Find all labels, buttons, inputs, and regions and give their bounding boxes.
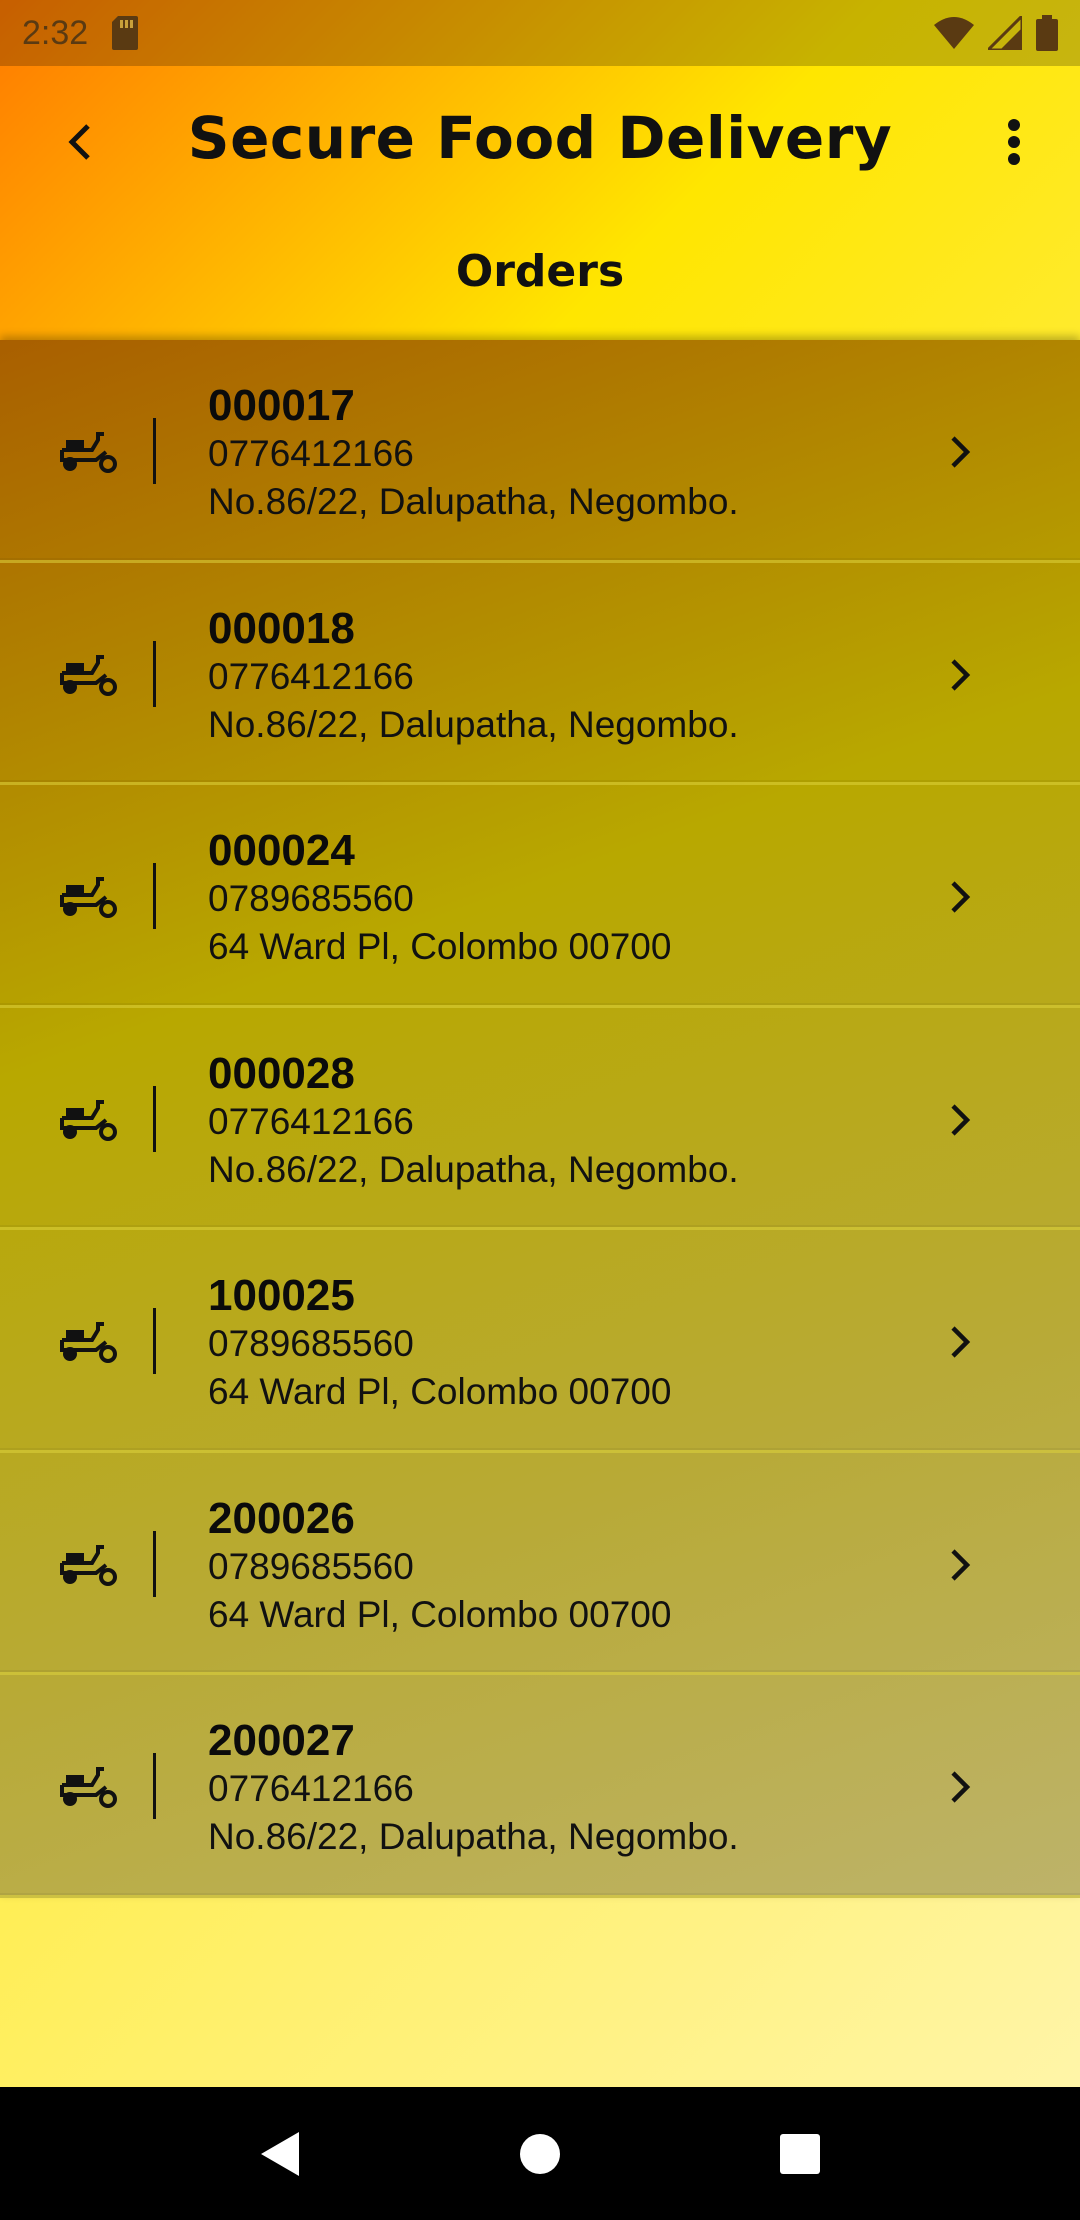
order-address: 64 Ward Pl, Colombo 00700	[208, 1371, 672, 1412]
status-time: 2:32	[22, 13, 89, 52]
order-id: 000028	[208, 1048, 355, 1098]
order-address: No.86/22, Dalupatha, Negombo.	[208, 1816, 739, 1857]
scooter-icon	[60, 432, 117, 473]
row-divider	[153, 1530, 156, 1597]
scooter-icon	[60, 1099, 117, 1141]
chevron-right-icon	[942, 1541, 978, 1589]
order-details: 200026 0789685560 64 Ward Pl, Colombo 00…	[208, 1493, 672, 1639]
row-divider	[153, 640, 156, 707]
order-id: 000024	[208, 826, 355, 875]
more-vertical-icon	[1008, 119, 1020, 165]
chevron-right-icon	[942, 1318, 978, 1366]
order-id: 200026	[208, 1493, 355, 1543]
order-row[interactable]: 200027 0776412166 No.86/22, Dalupatha, N…	[0, 1675, 1080, 1898]
scooter-icon	[60, 1322, 117, 1363]
chevron-right-icon	[942, 428, 978, 476]
status-bar: 2:32	[0, 0, 1080, 66]
order-address: No.86/22, Dalupatha, Negombo.	[208, 1148, 739, 1190]
scooter-icon	[60, 1544, 117, 1586]
order-details: 000028 0776412166 No.86/22, Dalupatha, N…	[208, 1048, 739, 1194]
overflow-menu-button[interactable]	[978, 106, 1050, 178]
order-row[interactable]: 000024 0789685560 64 Ward Pl, Colombo 00…	[0, 785, 1080, 1008]
order-details: 000018 0776412166 No.86/22, Dalupatha, N…	[208, 603, 739, 749]
order-phone: 0776412166	[208, 1100, 414, 1142]
back-triangle-icon	[261, 2131, 299, 2176]
scooter-icon	[60, 877, 117, 918]
row-divider	[153, 1753, 156, 1819]
order-row[interactable]: 100025 0789685560 64 Ward Pl, Colombo 00…	[0, 1230, 1080, 1453]
chevron-right-icon	[942, 1763, 978, 1811]
chevron-right-icon	[942, 873, 978, 921]
nav-home-button[interactable]	[495, 2109, 585, 2199]
chevron-right-icon	[942, 1096, 978, 1144]
app-screen: 2:32 Secure Food Delivery Orders 000017 …	[0, 0, 1080, 2087]
order-address: 64 Ward Pl, Colombo 00700	[208, 1593, 672, 1635]
system-nav-bar	[0, 2087, 1080, 2220]
order-id: 000018	[208, 603, 355, 653]
scooter-icon	[60, 654, 117, 696]
order-address: No.86/22, Dalupatha, Negombo.	[208, 703, 739, 745]
row-divider	[153, 1308, 156, 1374]
page-subtitle: Orders	[455, 246, 625, 297]
signal-icon	[988, 16, 1022, 50]
order-phone: 0776412166	[208, 1768, 414, 1809]
order-row[interactable]: 000028 0776412166 No.86/22, Dalupatha, N…	[0, 1008, 1080, 1230]
order-details: 000017 0776412166 No.86/22, Dalupatha, N…	[208, 382, 739, 526]
order-row[interactable]: 000018 0776412166 No.86/22, Dalupatha, N…	[0, 563, 1080, 785]
scooter-icon	[60, 1767, 117, 1808]
order-details: 200027 0776412166 No.86/22, Dalupatha, N…	[208, 1717, 739, 1861]
order-address: No.86/22, Dalupatha, Negombo.	[208, 481, 739, 522]
order-phone: 0776412166	[208, 433, 414, 474]
order-details: 000024 0789685560 64 Ward Pl, Colombo 00…	[208, 827, 671, 971]
battery-icon	[1036, 15, 1058, 51]
recents-square-icon	[780, 2133, 820, 2174]
row-divider	[153, 863, 156, 929]
sd-card-icon	[112, 16, 139, 50]
wifi-icon	[934, 17, 974, 49]
home-circle-icon	[520, 2133, 560, 2174]
row-divider	[153, 418, 156, 484]
app-title: Secure Food Delivery	[187, 104, 893, 172]
order-row[interactable]: 000017 0776412166 No.86/22, Dalupatha, N…	[0, 340, 1080, 563]
order-id: 200027	[208, 1716, 355, 1765]
order-phone: 0776412166	[208, 655, 414, 697]
order-phone: 0789685560	[208, 878, 414, 919]
chevron-right-icon	[942, 651, 978, 699]
order-row[interactable]: 200026 0789685560 64 Ward Pl, Colombo 00…	[0, 1453, 1080, 1675]
nav-recents-button[interactable]	[755, 2109, 845, 2199]
app-bar: Secure Food Delivery Orders	[0, 66, 1080, 340]
row-divider	[153, 1085, 156, 1152]
order-phone: 0789685560	[208, 1545, 414, 1587]
nav-back-button[interactable]	[235, 2109, 325, 2199]
order-phone: 0789685560	[208, 1323, 414, 1364]
order-id: 000017	[208, 381, 355, 430]
order-details: 100025 0789685560 64 Ward Pl, Colombo 00…	[208, 1272, 671, 1416]
order-id: 100025	[208, 1271, 355, 1320]
order-address: 64 Ward Pl, Colombo 00700	[208, 926, 672, 967]
orders-list: 000017 0776412166 No.86/22, Dalupatha, N…	[0, 340, 1080, 1898]
